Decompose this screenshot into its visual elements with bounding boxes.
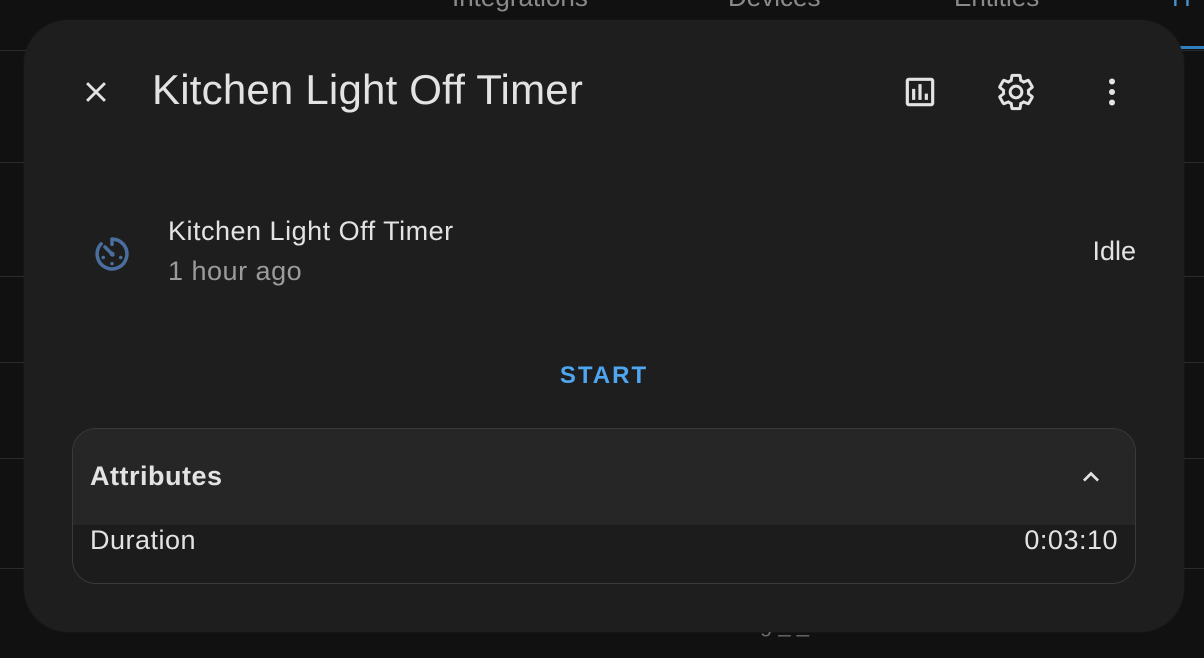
- entity-last-changed: 1 hour ago: [168, 256, 303, 286]
- close-icon: [86, 82, 106, 102]
- background-tabs: Integrations Devices Entities H: [0, 0, 1204, 18]
- settings-button[interactable]: [994, 70, 1038, 114]
- dialog-title: Kitchen Light Off Timer: [152, 66, 584, 113]
- attributes-panel: Attributes Duration 0:03:10: [72, 428, 1136, 584]
- background-tab-helpers[interactable]: H: [1172, 0, 1191, 13]
- entity-state-row: Kitchen Light Off Timer 1 hour ago Idle: [90, 216, 1136, 312]
- background-tab-integrations[interactable]: Integrations: [452, 0, 588, 13]
- attribute-value: 0:03:10: [1024, 525, 1118, 555]
- entity-name: Kitchen Light Off Timer: [168, 216, 454, 246]
- timer-icon: [95, 237, 129, 271]
- entity-state: Idle: [1092, 236, 1136, 266]
- more-info-dialog: Kitchen Light Off Timer Kitchen Light Of…: [24, 20, 1184, 632]
- entity-icon: [90, 232, 134, 276]
- background-tab-devices[interactable]: Devices: [728, 0, 820, 13]
- attributes-header[interactable]: Attributes: [73, 429, 1135, 525]
- more-vertical-icon: [1109, 78, 1115, 106]
- attributes-title: Attributes: [90, 461, 223, 491]
- background-tab-entities[interactable]: Entities: [954, 0, 1039, 13]
- chevron-up-icon: [1073, 459, 1109, 495]
- attribute-row: Duration 0:03:10: [73, 525, 1135, 583]
- attribute-key: Duration: [90, 525, 197, 555]
- more-options-button[interactable]: [1090, 70, 1134, 114]
- settings-gear-icon: [998, 73, 1034, 111]
- start-button[interactable]: START: [532, 354, 676, 398]
- history-chart-icon: [905, 77, 935, 107]
- close-button[interactable]: [76, 72, 116, 112]
- history-button[interactable]: [898, 70, 942, 114]
